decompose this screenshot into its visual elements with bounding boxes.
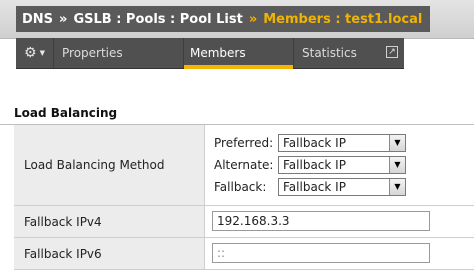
select-label: Preferred: bbox=[214, 136, 274, 150]
fallback-select-row: Fallback: Fallback IP ▼ bbox=[214, 177, 406, 197]
select-value: Fallback IP bbox=[283, 180, 346, 194]
table-row: Load Balancing Method Preferred: Fallbac… bbox=[14, 125, 474, 206]
fallback-method-select[interactable]: Fallback IP ▼ bbox=[278, 178, 406, 196]
breadcrumb-separator: » bbox=[248, 11, 258, 27]
popout-icon[interactable]: ↗ bbox=[386, 46, 398, 58]
table-row: Fallback IPv4 192.168.3.3 bbox=[14, 206, 474, 238]
row-label: Load Balancing Method bbox=[14, 125, 205, 205]
fallback-ipv4-input[interactable]: 192.168.3.3 bbox=[212, 211, 430, 231]
row-value: :: bbox=[206, 238, 474, 269]
preferred-method-select[interactable]: Fallback IP ▼ bbox=[278, 134, 406, 152]
select-value: Fallback IP bbox=[283, 158, 346, 172]
tab-statistics[interactable]: Statistics ↗ bbox=[294, 38, 404, 68]
breadcrumb-separator: » bbox=[59, 11, 68, 27]
table-row: Fallback IPv6 :: bbox=[14, 238, 474, 270]
gear-icon: ⚙ bbox=[24, 45, 37, 61]
dropdown-arrow-icon: ▼ bbox=[389, 157, 405, 173]
breadcrumb-pool-list[interactable]: GSLB : Pools : Pool List bbox=[73, 12, 242, 27]
row-value: 192.168.3.3 bbox=[206, 206, 474, 237]
breadcrumb-bar: DNS » GSLB : Pools : Pool List » Members… bbox=[0, 0, 474, 39]
tab-statistics-label: Statistics bbox=[302, 46, 357, 60]
row-label: Fallback IPv4 bbox=[14, 206, 205, 237]
breadcrumb-current: Members : test1.local bbox=[263, 11, 423, 27]
breadcrumb-dns[interactable]: DNS bbox=[22, 12, 53, 27]
preferred-select-row: Preferred: Fallback IP ▼ bbox=[214, 133, 406, 153]
row-label: Fallback IPv6 bbox=[14, 238, 205, 269]
section-title: Load Balancing bbox=[14, 106, 118, 120]
caret-down-icon: ▼ bbox=[39, 49, 45, 57]
tab-properties[interactable]: Properties bbox=[54, 38, 184, 68]
settings-menu-button[interactable]: ⚙ ▼ bbox=[16, 38, 54, 68]
row-value: Preferred: Fallback IP ▼ Alternate: Fall… bbox=[206, 125, 474, 205]
dropdown-arrow-icon: ▼ bbox=[389, 179, 405, 195]
tab-members[interactable]: Members bbox=[184, 38, 294, 69]
select-value: Fallback IP bbox=[283, 136, 346, 150]
alternate-select-row: Alternate: Fallback IP ▼ bbox=[214, 155, 406, 175]
alternate-method-select[interactable]: Fallback IP ▼ bbox=[278, 156, 406, 174]
select-label: Alternate: bbox=[214, 158, 274, 172]
breadcrumb: DNS » GSLB : Pools : Pool List » Members… bbox=[16, 6, 431, 32]
select-label: Fallback: bbox=[214, 180, 267, 194]
dropdown-arrow-icon: ▼ bbox=[389, 135, 405, 151]
tab-bar: ⚙ ▼ Properties Members Statistics ↗ bbox=[16, 38, 404, 69]
fallback-ipv6-input[interactable]: :: bbox=[212, 243, 430, 263]
